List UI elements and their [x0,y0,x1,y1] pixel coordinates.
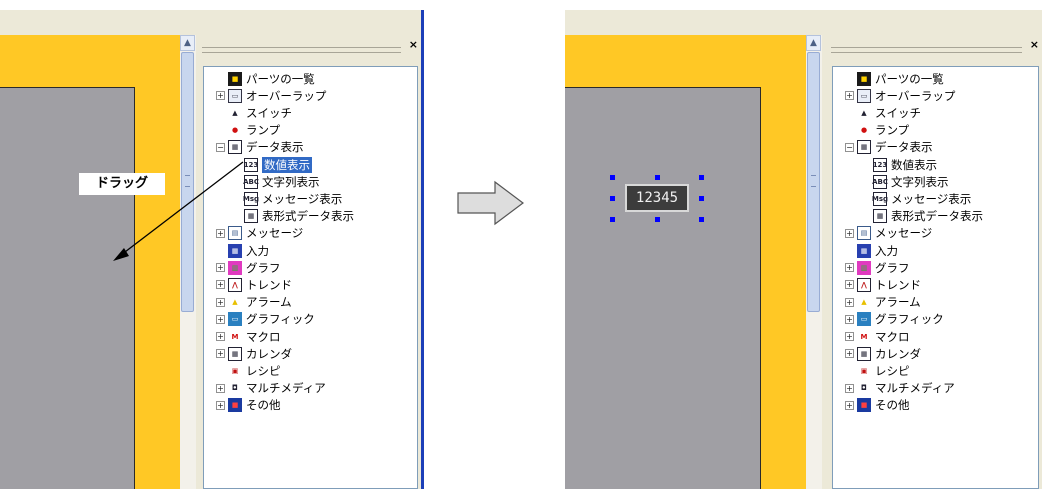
tree-item-label: 表形式データ表示 [891,209,983,224]
tree-item[interactable]: ABC 文字列表示 [861,173,949,190]
tree-item[interactable]: + ▭ グラフィック [845,311,944,328]
selection-handle[interactable] [610,175,615,180]
trend-icon: ⋀ [857,277,871,292]
collapse-icon[interactable]: − [845,142,854,152]
expand-icon[interactable]: + [845,297,854,307]
screen-canvas-after[interactable] [565,35,806,489]
parts-list-icon: ■ [857,71,871,86]
tree-item-label: その他 [875,398,910,413]
tree-item-label: マクロ [875,329,910,344]
tree-item[interactable]: + ▲ アラーム [845,294,921,311]
vertical-scrollbar-after[interactable]: ▲ [806,35,822,489]
tree-item[interactable]: + ▦ カレンダ [845,345,921,362]
tree-item[interactable]: + ⋀ トレンド [845,276,921,293]
tree-item[interactable]: ▦ 入力 [845,242,898,259]
numeric-display-part[interactable]: 12345 [625,184,689,212]
tree-item[interactable]: ▣ レシピ [845,362,910,379]
tree-item[interactable]: + ▥ グラフ [845,259,910,276]
tree-item[interactable]: ▲ スイッチ [845,104,921,121]
tree-item-label: 入力 [875,243,898,258]
calendar-icon: ▦ [857,346,871,361]
table-display-icon: ▦ [873,209,887,224]
expand-icon[interactable]: + [845,280,854,290]
parts-dock-after: × ■ パーツの一覧 + ▭ オーバーラップ ▲ スイッチ ● ランプ − ▦ データ表示 123 数値表… [827,35,1042,489]
alarm-icon: ▲ [857,295,871,310]
multimedia-icon: ◘ [857,381,871,396]
selection-handle[interactable] [655,175,660,180]
tree-item[interactable]: + ■ その他 [845,397,910,414]
tree-item[interactable]: ■ パーツの一覧 [845,70,944,87]
close-icon[interactable]: × [1030,38,1039,51]
tree-item[interactable]: ● ランプ [845,122,909,139]
data-display-icon: ▦ [857,140,871,155]
tree-item-label: データ表示 [875,140,933,155]
dock-gripper[interactable] [831,47,1022,53]
expand-icon[interactable]: + [845,228,854,238]
selection-handle[interactable] [699,175,704,180]
graph-icon: ▥ [857,260,871,275]
tree-item-label: パーツの一覧 [875,71,944,86]
message-display-icon: Msg [872,191,888,206]
lamp-icon: ● [857,123,871,138]
tree-item-label: グラフィック [875,312,944,327]
selection-handle[interactable] [610,196,615,201]
tree-item-label: グラフ [875,260,910,275]
editor-panel-after: ▲ × ■ パーツの一覧 + ▭ オーバーラップ ▲ スイッチ ● ランプ − ▦ データ表示 123 数… [565,10,1042,489]
tree-item[interactable]: Msg メッセージ表示 [861,190,971,207]
tree-item[interactable]: + ◘ マルチメディア [845,380,955,397]
tree-item-label: ランプ [875,123,910,138]
expand-icon[interactable]: + [845,400,854,410]
overlap-icon: ▭ [857,88,871,103]
drag-arrow-icon [113,161,244,261]
tree-item-label: アラーム [875,295,921,310]
graphic-icon: ▭ [857,312,871,327]
switch-icon: ▲ [857,105,871,120]
selection-handle[interactable] [610,217,615,222]
tree-item-label: メッセージ表示 [891,191,972,206]
tree-item-label: メッセージ [875,226,933,241]
message-icon: ▤ [857,226,871,241]
scroll-thumb[interactable] [807,52,820,312]
expand-icon[interactable]: + [845,332,854,341]
transition-arrow-icon [457,180,525,230]
recipe-icon: ▣ [857,363,871,378]
expand-icon[interactable]: + [845,91,854,101]
input-icon: ▦ [857,243,871,258]
expand-icon[interactable]: + [845,314,854,324]
selection-handle[interactable] [699,196,704,201]
expand-icon[interactable]: + [845,349,854,359]
selection-handle[interactable] [699,217,704,222]
parts-tree-after: ■ パーツの一覧 + ▭ オーバーラップ ▲ スイッチ ● ランプ − ▦ データ表示 123 数値表示 A… [832,66,1039,489]
tree-item[interactable]: ▦ 表形式データ表示 [861,208,983,225]
tree-item[interactable]: + M マクロ [845,328,910,345]
screen-area-after[interactable] [565,87,761,489]
tree-item[interactable]: 123 数値表示 [861,156,937,173]
numeric-display-icon: 123 [873,157,887,172]
tree-item-label: トレンド [875,277,921,292]
tree-item-label: オーバーラップ [875,88,956,103]
grip-icon [811,175,816,187]
scroll-up-button[interactable]: ▲ [806,35,821,51]
tree-item-label: マルチメディア [875,381,955,396]
string-display-icon: ABC [872,174,888,189]
tree-item[interactable]: + ▭ オーバーラップ [845,87,955,104]
tree-item-label: 数値表示 [891,157,937,172]
tree-item-label: カレンダ [875,346,921,361]
tree-item[interactable]: − ▦ データ表示 [845,139,933,156]
expand-icon[interactable]: + [845,383,854,393]
expand-icon[interactable]: + [845,263,854,273]
macro-icon: M [857,329,871,344]
tree-item[interactable]: + ▤ メッセージ [845,225,932,242]
tree-item-label: スイッチ [875,105,921,120]
selection-handle[interactable] [655,217,660,222]
tree-item-label: 文字列表示 [891,174,949,189]
other-icon: ■ [857,398,871,413]
tree-item-label: レシピ [875,363,910,378]
